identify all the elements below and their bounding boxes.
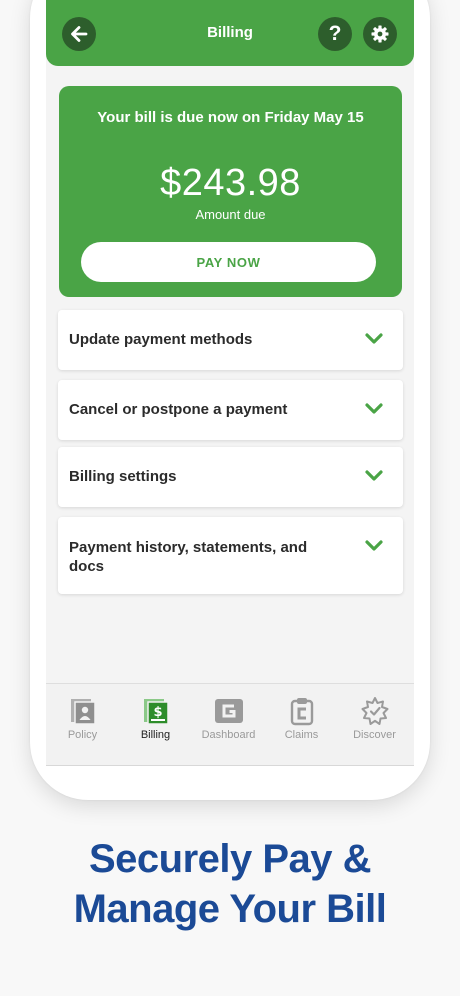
accordion-cancel-postpone-payment[interactable]: Cancel or postpone a payment — [58, 380, 403, 440]
accordion-label: Update payment methods — [69, 331, 253, 348]
chevron-down-icon — [365, 333, 383, 344]
help-button[interactable]: ? — [318, 17, 352, 51]
tab-label: Billing — [140, 729, 171, 741]
discover-icon — [361, 697, 388, 725]
app-header: Billing ? — [46, 0, 414, 66]
accordion-label: Payment history, statements, and docs — [69, 539, 308, 575]
tab-billing[interactable]: $ Billing — [119, 684, 192, 765]
headline-line-1: Securely Pay & — [88, 837, 372, 881]
chevron-down-icon — [365, 540, 383, 551]
tab-dashboard[interactable]: Dashboard — [192, 684, 265, 765]
claims-icon — [290, 698, 313, 726]
amount-due-label: Amount due — [195, 207, 266, 222]
bill-summary-card: Your bill is due now on Friday May 15 $2… — [59, 86, 402, 297]
svg-text:$: $ — [153, 705, 162, 720]
gear-icon — [371, 25, 389, 43]
amount-due-value: $243.98 — [160, 162, 301, 204]
dashboard-icon — [214, 699, 243, 723]
tab-label: Dashboard — [201, 729, 256, 741]
tab-label: Claims — [284, 729, 319, 741]
chevron-down-icon — [365, 470, 383, 481]
page-title: Billing — [207, 24, 253, 41]
billing-icon: $ — [143, 699, 169, 725]
accordion-billing-settings[interactable]: Billing settings — [58, 447, 403, 507]
app-screen: Billing ? Your bill is due now on Friday… — [46, 0, 414, 766]
tab-label: Policy — [67, 729, 98, 741]
bill-due-text: Your bill is due now on Friday May 15 — [97, 109, 364, 126]
tab-discover[interactable]: Discover — [338, 684, 411, 765]
headline-line-2: Manage Your Bill — [73, 887, 387, 931]
settings-button[interactable] — [363, 17, 397, 51]
pay-now-button[interactable]: PAY NOW — [81, 242, 376, 282]
tab-policy[interactable]: Policy — [46, 684, 119, 765]
policy-icon — [70, 699, 96, 725]
accordion-label: Cancel or postpone a payment — [69, 401, 288, 418]
bottom-tab-bar: Policy $ Billing Dashboard Claims Discov… — [46, 683, 414, 765]
chevron-down-icon — [365, 403, 383, 414]
tab-label: Discover — [353, 729, 396, 741]
accordion-label: Billing settings — [69, 468, 177, 485]
accordion-update-payment-methods[interactable]: Update payment methods — [58, 310, 403, 370]
tab-claims[interactable]: Claims — [265, 684, 338, 765]
marketing-headline: Securely Pay & Manage Your Bill — [0, 834, 460, 934]
accordion-payment-history[interactable]: Payment history, statements, and docs — [58, 517, 403, 594]
